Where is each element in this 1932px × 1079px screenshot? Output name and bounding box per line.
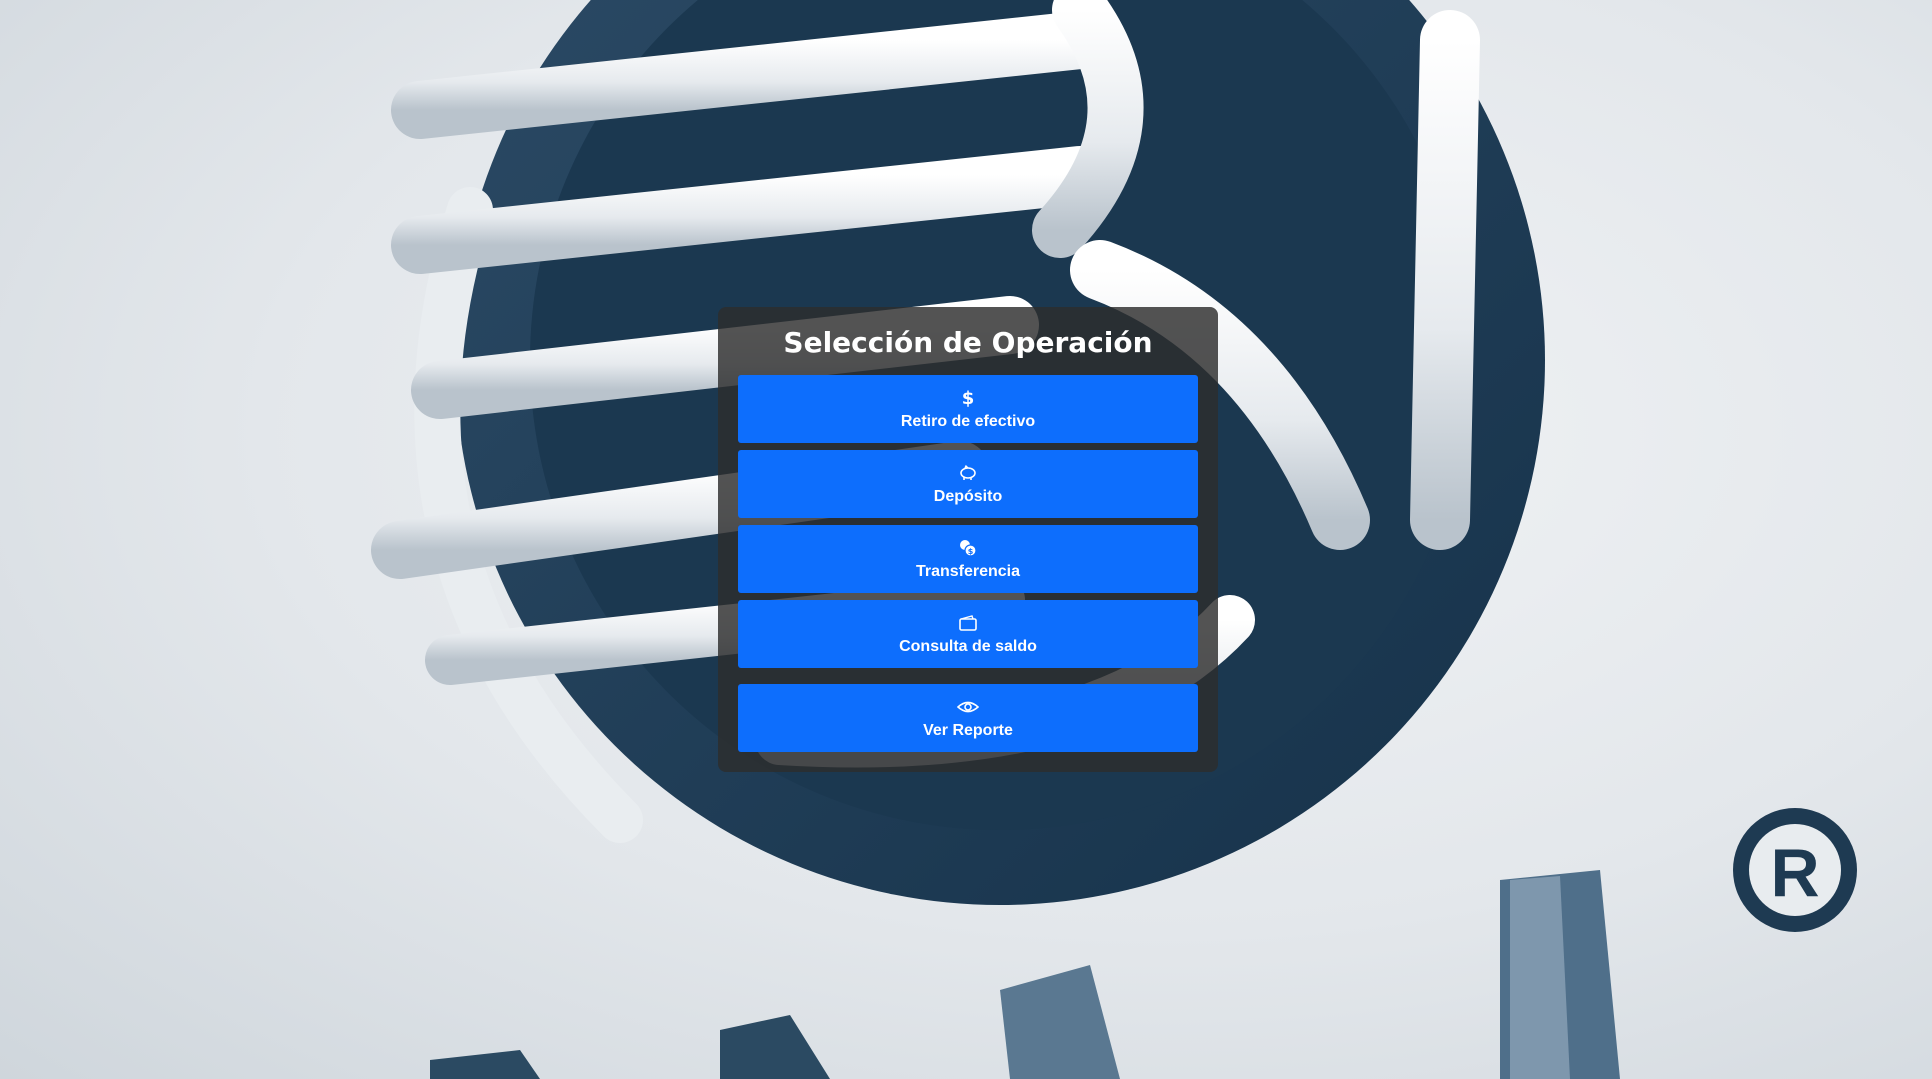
transfer-label: Transferencia	[915, 562, 1021, 580]
coins-icon: $	[957, 537, 979, 559]
transfer-button[interactable]: $ Transferencia	[738, 525, 1198, 593]
operation-selection-panel: Selección de Operación $ Retiro de efect…	[718, 307, 1218, 772]
svg-text:R: R	[1770, 835, 1819, 911]
wallet-icon	[957, 612, 979, 634]
withdraw-cash-button[interactable]: $ Retiro de efectivo	[738, 375, 1198, 443]
deposit-button[interactable]: Depósito	[738, 450, 1198, 518]
view-report-label: Ver Reporte	[923, 721, 1013, 739]
svg-text:$: $	[968, 547, 974, 556]
view-report-button[interactable]: Ver Reporte	[738, 684, 1198, 752]
deposit-label: Depósito	[933, 487, 1003, 505]
withdraw-cash-label: Retiro de efectivo	[900, 412, 1036, 430]
panel-title: Selección de Operación	[783, 326, 1153, 359]
eye-icon	[957, 696, 979, 718]
dollar-icon: $	[957, 387, 979, 409]
piggy-bank-icon	[957, 462, 979, 484]
balance-inquiry-button[interactable]: Consulta de saldo	[738, 600, 1198, 668]
svg-text:$: $	[962, 388, 975, 408]
balance-inquiry-label: Consulta de saldo	[899, 637, 1037, 655]
